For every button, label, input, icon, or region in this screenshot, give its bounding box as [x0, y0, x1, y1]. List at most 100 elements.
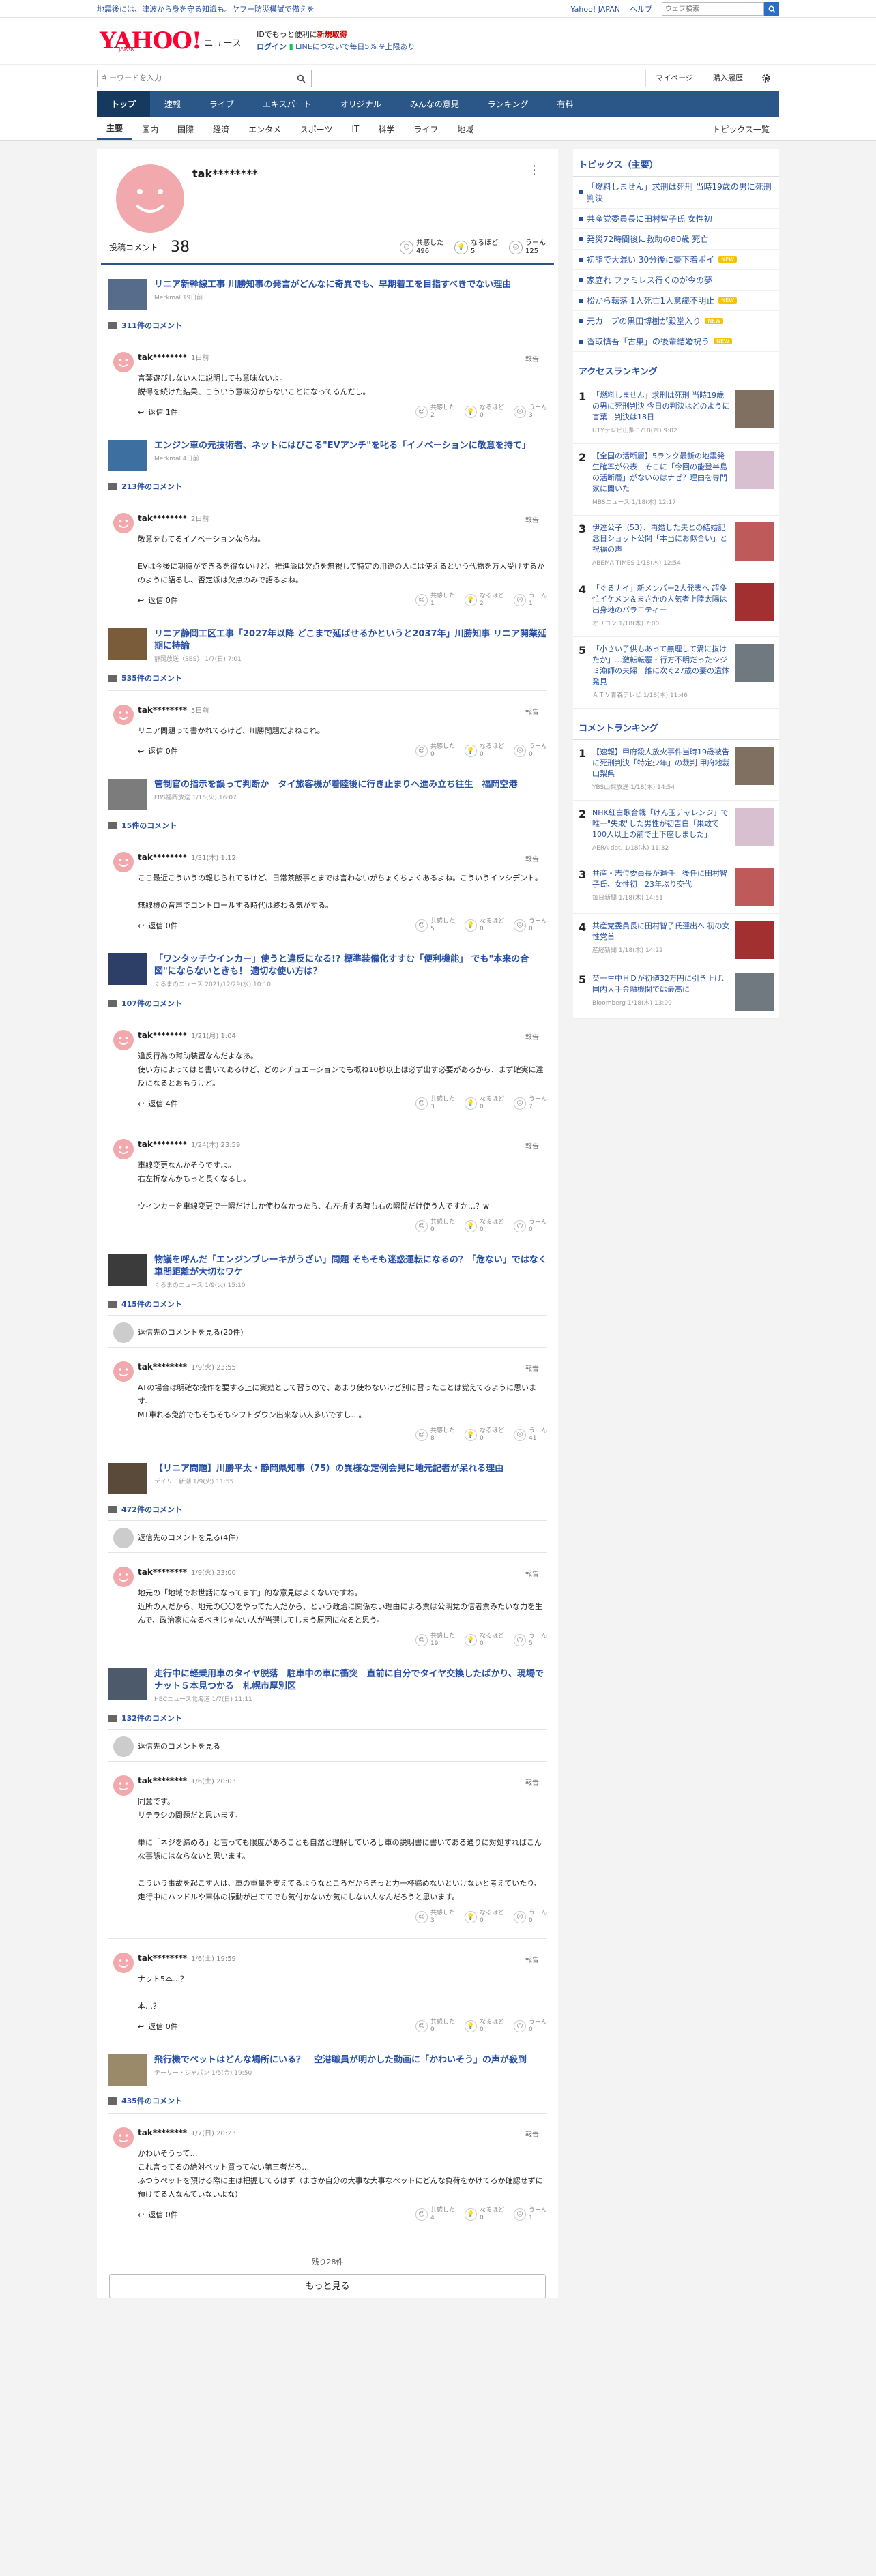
- article-title[interactable]: 【リニア問題】川勝平太・静岡県知事（75）の異様な定例会見に地元記者が呆れる理由: [154, 1463, 503, 1475]
- ranking-title[interactable]: 「小さい子供もあって無理して溝に抜けたか」…激転転覆・行方不明だったシジミ漁師の…: [592, 644, 730, 687]
- reaction-button-1[interactable]: 💡 なるほど 0: [464, 1427, 504, 1442]
- report-link[interactable]: 報告: [525, 2129, 539, 2139]
- reaction-button-1[interactable]: 💡 なるほど 0: [464, 1096, 504, 1111]
- article-title[interactable]: リニア静岡工区工事「2027年以降 どこまで延ばせるかというと2037年」川勝知…: [154, 628, 547, 653]
- article-title[interactable]: 物議を呼んだ「エンジンブレーキがうざい」問題 そもそも迷惑運転になるの？「危ない…: [154, 1254, 547, 1279]
- reaction-button-2[interactable]: ☹ うーん 0: [513, 1219, 547, 1234]
- reaction-button-2[interactable]: ☹ うーん 0: [513, 918, 547, 933]
- news-search-input[interactable]: [97, 70, 291, 87]
- comment-count[interactable]: 472件のコメント: [121, 1504, 182, 1515]
- article-link[interactable]: リニア静岡工区工事「2027年以降 どこまで延ばせるかというと2037年」川勝知…: [101, 615, 554, 663]
- subnav-tab-8[interactable]: ライフ: [404, 123, 448, 135]
- reaction-button-1[interactable]: 💡 なるほど 0: [464, 404, 504, 419]
- comment-count-link[interactable]: 472件のコメント: [108, 1504, 547, 1515]
- ranking-title[interactable]: 【速報】甲府殺人放火事件当時19歳被告に死刑判決「特定少年」の裁判 甲府地裁 山…: [592, 747, 730, 780]
- reaction-button-1[interactable]: 💡 なるほど 0: [464, 2207, 504, 2222]
- reaction-button-1[interactable]: 💡 なるほど 0: [464, 1219, 504, 1234]
- ranking-thumbnail[interactable]: [735, 390, 774, 428]
- help-link[interactable]: ヘルプ: [630, 3, 652, 14]
- reaction-button-1[interactable]: 💡 なるほど 0: [464, 743, 504, 758]
- login-link[interactable]: ログイン: [257, 42, 287, 51]
- more-options-icon[interactable]: ⋮: [528, 163, 540, 177]
- reaction-button-0[interactable]: ☺ 共感した 0: [415, 2019, 455, 2034]
- ranking-thumbnail[interactable]: [735, 747, 774, 785]
- reaction-button-2[interactable]: ☹ うーん 1: [513, 2207, 547, 2222]
- report-link[interactable]: 報告: [525, 514, 539, 524]
- subnav-tab-7[interactable]: 科学: [368, 123, 404, 135]
- article-title[interactable]: 管制官の指示を誤って判断か タイ旅客機が着陸後に行き止まりへ進み立ち往生 福岡空…: [154, 779, 517, 791]
- comment-count[interactable]: 213件のコメント: [121, 481, 182, 492]
- topics-title[interactable]: トピックス（主要）: [573, 149, 779, 177]
- article-thumbnail[interactable]: [108, 1668, 147, 1700]
- topic-item[interactable]: 香取慎吾「古巣」の後輩結婚祝う NEW: [573, 331, 779, 352]
- reaction-button-0[interactable]: ☺ 共感した 1: [415, 593, 455, 608]
- comment-count[interactable]: 435件のコメント: [121, 2095, 182, 2106]
- article-link[interactable]: 【リニア問題】川勝平太・静岡県知事（75）の異様な定例会見に地元記者が呆れる理由…: [101, 1449, 554, 1494]
- article-thumbnail[interactable]: [108, 1463, 147, 1494]
- report-link[interactable]: 報告: [525, 706, 539, 716]
- ranking-thumbnail[interactable]: [735, 973, 774, 1011]
- reaction-button-2[interactable]: ☹ うーん 0: [513, 1910, 547, 1925]
- article-title[interactable]: エンジン車の元技術者、ネットにはびこる"EVアンチ"を叱る「イノベーションに敬意…: [154, 440, 531, 452]
- load-more-button[interactable]: もっと見る: [109, 2274, 546, 2298]
- ranking-item[interactable]: 2 NHK紅白歌合戦「けん玉チャレンジ」で唯一"失敗"した男性が初告白「果敢で10…: [573, 801, 779, 861]
- article-thumbnail[interactable]: [108, 440, 147, 471]
- report-link[interactable]: 報告: [525, 1031, 539, 1041]
- topic-title[interactable]: 発災72時間後に救助の80歳 死亡: [587, 233, 708, 245]
- article-thumbnail[interactable]: [108, 628, 147, 660]
- article-link[interactable]: リニア新幹線工事 川勝知事の発言がどんなに奇異でも、早期着工を目指すべきでない理…: [101, 265, 554, 310]
- topic-title[interactable]: 家庭れ ファミレス行くのが今の夢: [587, 274, 712, 286]
- subnav-tab-4[interactable]: エンタメ: [239, 123, 291, 135]
- report-link[interactable]: 報告: [525, 1568, 539, 1578]
- reaction-button-0[interactable]: ☺ 共感した 5: [415, 918, 455, 933]
- comment-count[interactable]: 311件のコメント: [121, 320, 182, 331]
- reaction-button-0[interactable]: ☺ 共感した 19: [415, 1633, 455, 1648]
- reaction-button-0[interactable]: ☺ 共感した 2: [415, 404, 455, 419]
- show-parent-comment[interactable]: 返信先のコメントを見る(20件): [108, 1315, 547, 1343]
- comment-count-link[interactable]: 107件のコメント: [108, 998, 547, 1009]
- reaction-button-0[interactable]: ☺ 共感した 8: [415, 1427, 455, 1442]
- ranking-title[interactable]: NHK紅白歌合戦「けん玉チャレンジ」で唯一"失敗"した男性が初告白「果敢で100…: [592, 808, 730, 840]
- report-link[interactable]: 報告: [525, 1140, 539, 1151]
- ranking-thumbnail[interactable]: [735, 522, 774, 561]
- article-thumbnail[interactable]: [108, 779, 147, 810]
- comment-count[interactable]: 132件のコメント: [121, 1713, 182, 1723]
- topic-item[interactable]: 家庭れ ファミレス行くのが今の夢: [573, 270, 779, 291]
- comment-count-link[interactable]: 132件のコメント: [108, 1713, 547, 1723]
- comment-count-link[interactable]: 415件のコメント: [108, 1299, 547, 1309]
- report-link[interactable]: 報告: [525, 853, 539, 863]
- topic-item[interactable]: 共産党委員長に田村智子氏 女性初: [573, 209, 779, 229]
- comment-count[interactable]: 535件のコメント: [121, 672, 182, 683]
- article-thumbnail[interactable]: [108, 953, 147, 985]
- ranking-thumbnail[interactable]: [735, 583, 774, 621]
- ranking-item[interactable]: 3 伊達公子（53）、再婚した夫との結婚記念日ショット公開「本当にお似合い」と祝福…: [573, 516, 779, 576]
- search-icon[interactable]: [291, 70, 312, 87]
- ranking-title[interactable]: 共産・志位委員長が退任 後任に田村智子氏、女性初 23年ぶり交代: [592, 868, 730, 890]
- purchase-history-link[interactable]: 購入履歴: [703, 70, 753, 87]
- nav-tab-5[interactable]: みんなの意見: [396, 91, 473, 117]
- reaction-button-2[interactable]: ☹ うーん 0: [513, 743, 547, 758]
- topic-title[interactable]: 元カープの黒田博樹が殿堂入り: [587, 315, 701, 327]
- reply-button[interactable]: ↩ 返信 0件: [138, 2209, 178, 2220]
- reaction-button-1[interactable]: 💡 なるほど 0: [464, 1910, 504, 1925]
- nav-tab-7[interactable]: 有料: [542, 91, 587, 117]
- article-link[interactable]: エンジン車の元技術者、ネットにはびこる"EVアンチ"を叱る「イノベーションに敬意…: [101, 426, 554, 471]
- gear-icon[interactable]: [753, 70, 779, 87]
- nav-tab-3[interactable]: エキスパート: [248, 91, 326, 117]
- ranking-title[interactable]: 英一生中ＨＤが初値32万円に引き上げ、国内大手金融機関では最高に: [592, 973, 730, 995]
- subnav-tab-0[interactable]: 主要: [97, 118, 133, 140]
- article-title[interactable]: 飛行機でペットはどんな場所にいる？ 空港職員が明かした動画に「かわいそう」の声が…: [154, 2054, 527, 2067]
- report-link[interactable]: 報告: [525, 1363, 539, 1373]
- reaction-button-0[interactable]: ☺ 共感した 3: [415, 1096, 455, 1111]
- article-link[interactable]: 管制官の指示を誤って判断か タイ旅客機が着陸後に行き止まりへ進み立ち往生 福岡空…: [101, 765, 554, 810]
- article-link[interactable]: 飛行機でペットはどんな場所にいる？ 空港職員が明かした動画に「かわいそう」の声が…: [101, 2041, 554, 2086]
- show-parent-label[interactable]: 返信先のコメントを見る: [138, 1742, 220, 1751]
- quake-notice-link[interactable]: 地震後には、津波から身を守る知識も。ヤフー防災模試で備えを: [97, 3, 315, 14]
- topic-item[interactable]: 松から転落 1人死亡1人意識不明止 NEW: [573, 291, 779, 311]
- ranking-thumbnail[interactable]: [735, 451, 774, 489]
- topic-title[interactable]: 「燃料しません」求刑は死刑 当時19歳の男に死刑判決: [587, 181, 774, 204]
- article-title[interactable]: リニア新幹線工事 川勝知事の発言がどんなに奇異でも、早期着工を目指すべきでない理…: [154, 279, 511, 291]
- show-parent-comment[interactable]: 返信先のコメントを見る(4件): [108, 1520, 547, 1548]
- search-icon[interactable]: [764, 2, 779, 16]
- nav-tab-6[interactable]: ランキング: [473, 91, 543, 117]
